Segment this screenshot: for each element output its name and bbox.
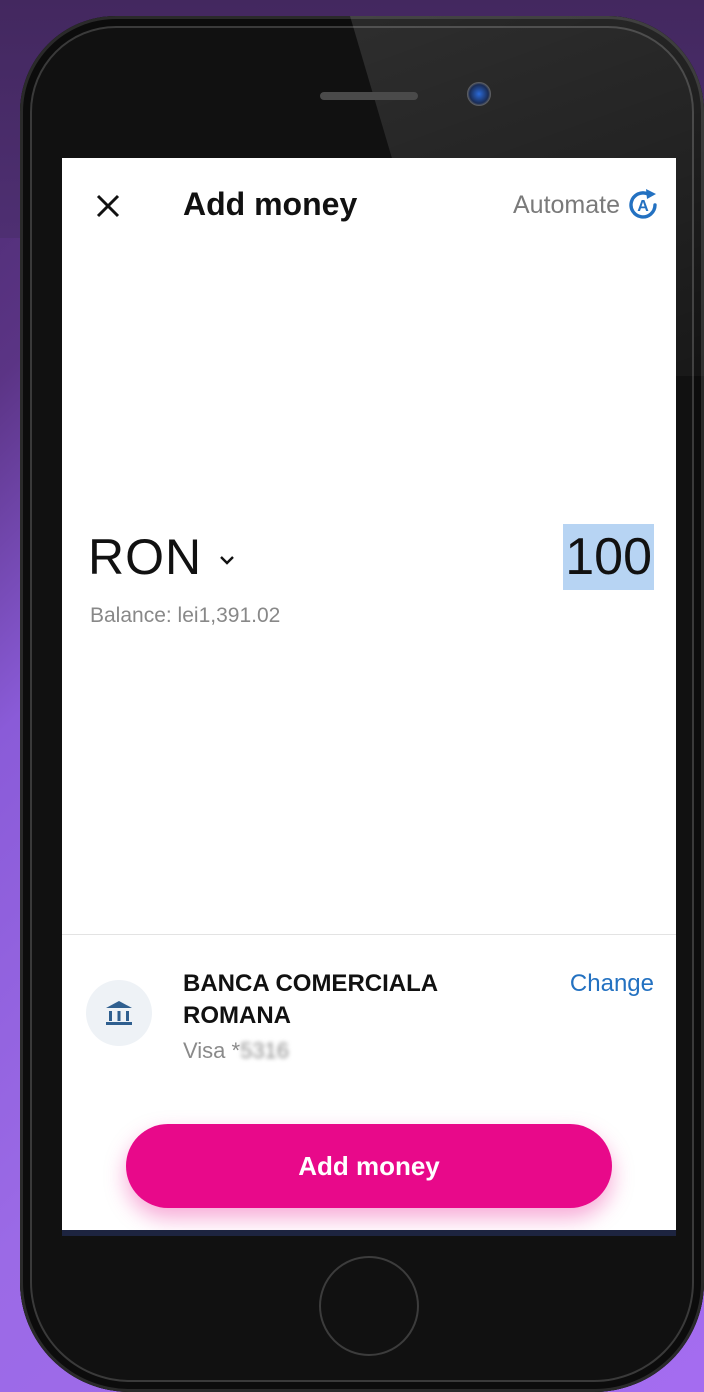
- bank-avatar: [86, 980, 152, 1046]
- top-bar: Add money Automate A: [62, 158, 676, 254]
- change-button[interactable]: Change: [570, 970, 654, 998]
- close-icon-glyph: [96, 194, 120, 218]
- amount-input[interactable]: 100: [563, 524, 654, 590]
- currency-code: RON: [88, 529, 203, 585]
- add-money-button[interactable]: Add money: [126, 1124, 612, 1208]
- divider: [62, 934, 676, 935]
- automate-icon: A: [629, 189, 657, 219]
- bank-icon: [106, 1001, 132, 1025]
- page-title: Add money: [183, 186, 358, 222]
- home-button[interactable]: [319, 1256, 419, 1356]
- speaker-grille: [320, 92, 418, 100]
- svg-text:A: A: [637, 198, 649, 215]
- automate-button[interactable]: Automate A: [513, 188, 660, 222]
- chevron-down-icon: [220, 556, 234, 565]
- bank-name: BANCA COMERCIALA ROMANA: [183, 970, 438, 1029]
- automate-label: Automate: [512, 190, 620, 219]
- card-number-masked: 5316: [240, 1038, 290, 1063]
- close-icon[interactable]: [90, 188, 126, 224]
- card-label: Visa *: [183, 1038, 241, 1063]
- app-screen: Add money Automate A RON 100 Balance: le…: [62, 158, 676, 1236]
- balance-text: Balance: lei1,391.02: [90, 604, 281, 627]
- front-camera: [467, 82, 491, 106]
- card-info: Visa *5316: [183, 1038, 289, 1064]
- currency-selector[interactable]: RON: [88, 528, 236, 586]
